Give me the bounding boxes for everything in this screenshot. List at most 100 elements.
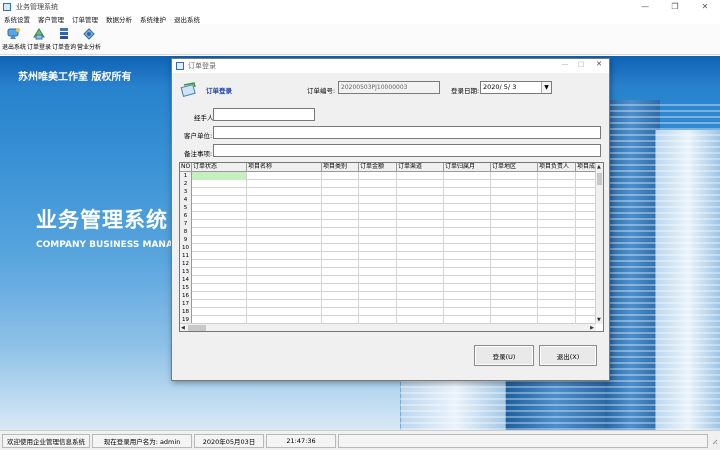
table-cell[interactable] [444,188,491,196]
table-cell[interactable] [397,268,444,276]
table-cell[interactable] [576,300,596,308]
table-cell[interactable] [576,268,596,276]
table-cell[interactable] [538,228,576,236]
table-cell[interactable] [322,236,359,244]
table-cell[interactable] [538,260,576,268]
menu-exit[interactable]: 退出系统 [170,14,204,24]
table-cell[interactable] [397,196,444,204]
table-row[interactable]: 16 [180,292,596,300]
table-cell[interactable] [247,188,322,196]
table-cell[interactable] [444,244,491,252]
table-cell[interactable] [397,284,444,292]
table-cell[interactable] [359,268,397,276]
table-cell[interactable] [359,172,397,180]
table-cell[interactable] [359,244,397,252]
table-cell[interactable] [444,220,491,228]
menu-customer[interactable]: 客户管理 [34,14,68,24]
table-cell[interactable] [192,284,247,292]
table-cell[interactable] [322,244,359,252]
table-cell[interactable] [444,196,491,204]
handler-field[interactable] [213,108,315,121]
table-cell[interactable] [491,292,538,300]
table-cell[interactable] [247,196,322,204]
table-cell[interactable] [247,300,322,308]
scroll-up-icon[interactable]: ▲ [597,164,601,170]
table-cell[interactable] [192,212,247,220]
table-cell[interactable] [397,212,444,220]
table-cell[interactable] [322,268,359,276]
table-cell[interactable] [491,212,538,220]
table-cell[interactable] [576,220,596,228]
table-cell[interactable] [247,308,322,316]
table-cell[interactable] [192,220,247,228]
table-cell[interactable] [576,236,596,244]
menu-orders[interactable]: 订单管理 [68,14,102,24]
table-cell[interactable] [491,172,538,180]
table-cell[interactable] [538,236,576,244]
table-cell[interactable] [247,252,322,260]
order-entry-button[interactable]: 订单登录 [26,26,52,54]
table-cell[interactable] [576,260,596,268]
table-row[interactable]: 5 [180,204,596,212]
table-cell[interactable] [322,180,359,188]
table-cell[interactable] [247,268,322,276]
table-cell[interactable] [247,220,322,228]
table-cell[interactable] [444,172,491,180]
table-cell[interactable] [192,276,247,284]
table-cell[interactable] [247,180,322,188]
table-cell[interactable] [444,252,491,260]
table-cell[interactable] [359,188,397,196]
table-cell[interactable] [192,260,247,268]
table-cell[interactable] [576,196,596,204]
table-row[interactable]: 12 [180,260,596,268]
table-cell[interactable] [397,260,444,268]
table-cell[interactable] [397,180,444,188]
table-cell[interactable] [322,276,359,284]
table-cell[interactable] [359,212,397,220]
table-cell[interactable] [397,188,444,196]
chevron-down-icon[interactable]: ▼ [541,82,551,93]
table-cell[interactable] [322,300,359,308]
table-cell[interactable] [491,308,538,316]
table-cell[interactable] [322,252,359,260]
table-cell[interactable] [247,204,322,212]
table-cell[interactable] [192,196,247,204]
table-cell[interactable] [491,220,538,228]
dialog-minimize-icon[interactable]: — [558,60,572,72]
column-header[interactable]: 订单归属月 [444,163,491,172]
table-cell[interactable] [444,300,491,308]
table-cell[interactable] [192,308,247,316]
table-cell[interactable] [247,236,322,244]
table-cell[interactable] [397,228,444,236]
table-cell[interactable] [576,180,596,188]
table-cell[interactable] [247,212,322,220]
table-cell[interactable] [576,204,596,212]
table-cell[interactable] [192,292,247,300]
table-cell[interactable] [359,252,397,260]
table-row[interactable]: 8 [180,228,596,236]
table-cell[interactable] [444,284,491,292]
table-cell[interactable] [491,260,538,268]
table-cell[interactable] [538,204,576,212]
table-cell[interactable] [538,284,576,292]
table-cell[interactable] [192,268,247,276]
table-cell[interactable] [192,252,247,260]
dialog-close-icon[interactable]: ✕ [592,60,606,72]
table-row[interactable]: 10 [180,244,596,252]
table-cell[interactable] [247,276,322,284]
table-cell[interactable] [538,172,576,180]
business-analysis-button[interactable]: 营业分析 [76,26,102,54]
table-cell[interactable] [359,236,397,244]
table-cell[interactable] [491,276,538,284]
table-cell[interactable] [397,292,444,300]
table-cell[interactable] [359,276,397,284]
table-cell[interactable] [444,180,491,188]
table-cell[interactable] [491,228,538,236]
scroll-left-icon[interactable]: ◀ [181,325,185,331]
table-cell[interactable] [359,292,397,300]
scroll-thumb[interactable] [597,173,602,185]
table-cell[interactable] [359,180,397,188]
table-cell[interactable] [359,228,397,236]
table-cell[interactable] [247,244,322,252]
column-header[interactable]: 项目负责人 [538,163,576,172]
